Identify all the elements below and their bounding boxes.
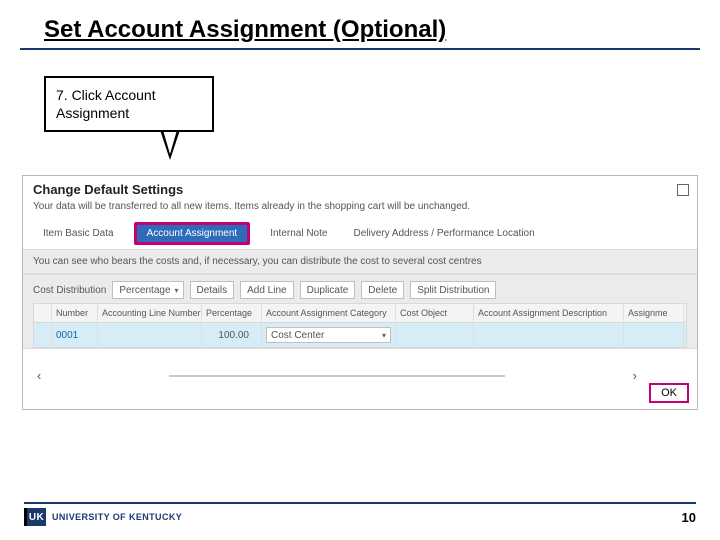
col-category: Account Assignment Category	[262, 304, 396, 322]
page-number: 10	[682, 510, 696, 525]
tab-delivery-address[interactable]: Delivery Address / Performance Location	[347, 224, 540, 243]
category-value: Cost Center	[271, 330, 324, 341]
chevron-down-icon: ▾	[175, 286, 179, 295]
panel-description: You can see who bears the costs and, if …	[23, 249, 697, 274]
dialog-subtitle: Your data will be transferred to all new…	[23, 199, 697, 218]
tab-account-assignment[interactable]: Account Assignment	[134, 222, 251, 245]
row-number-link[interactable]: 0001	[52, 323, 98, 347]
col-description: Account Assignment Description	[474, 304, 624, 322]
toolbar: Cost Distribution Percentage ▾ Details A…	[23, 275, 697, 303]
cost-distribution-select[interactable]: Percentage ▾	[112, 281, 183, 299]
tab-bar: Item Basic Data Account Assignment Inter…	[23, 218, 697, 249]
cost-distribution-label: Cost Distribution	[33, 285, 106, 296]
uk-logo-text: UNIVERSITY OF KENTUCKY	[52, 512, 182, 522]
dialog-title: Change Default Settings	[33, 182, 183, 197]
table-row[interactable]: 0001 100.00 Cost Center ▾	[33, 323, 687, 348]
ok-button[interactable]: OK	[649, 383, 689, 403]
row-assignment	[624, 323, 684, 347]
tab-internal-note[interactable]: Internal Note	[264, 224, 333, 243]
add-line-button[interactable]: Add Line	[240, 281, 293, 299]
row-percentage: 100.00	[202, 323, 262, 347]
dialog-header: Change Default Settings	[23, 176, 697, 199]
dialog-window: Change Default Settings Your data will b…	[22, 175, 698, 410]
col-acct-line: Accounting Line Number	[98, 304, 202, 322]
category-select[interactable]: Cost Center ▾	[266, 327, 391, 343]
col-percentage: Percentage	[202, 304, 262, 322]
scroll-left-icon[interactable]: ‹	[37, 368, 41, 383]
slide-title: Set Account Assignment (Optional)	[20, 0, 700, 50]
duplicate-button[interactable]: Duplicate	[300, 281, 356, 299]
col-cost-object: Cost Object	[396, 304, 474, 322]
cost-distribution-value: Percentage	[119, 285, 170, 296]
col-assignment: Assignme	[624, 304, 684, 322]
row-description	[474, 323, 624, 347]
details-button[interactable]: Details	[190, 281, 235, 299]
callout-text: 7. Click Account Assignment	[56, 87, 156, 121]
table-header-row: Number Accounting Line Number Percentage…	[33, 303, 687, 323]
row-cost-object	[396, 323, 474, 347]
instruction-callout: 7. Click Account Assignment	[44, 76, 214, 132]
uk-logo: UK UNIVERSITY OF KENTUCKY	[24, 508, 182, 526]
split-distribution-button[interactable]: Split Distribution	[410, 281, 496, 299]
uk-logo-mark-icon: UK	[24, 508, 46, 526]
delete-button[interactable]: Delete	[361, 281, 404, 299]
chevron-down-icon: ▾	[382, 331, 386, 340]
callout-arrow-icon	[160, 130, 180, 160]
slide-footer: UK UNIVERSITY OF KENTUCKY 10	[24, 502, 696, 526]
horizontal-scrollbar[interactable]: ‹ ›	[37, 368, 637, 383]
row-acct-line	[98, 323, 202, 347]
row-category-cell: Cost Center ▾	[262, 323, 396, 347]
tab-item-basic-data[interactable]: Item Basic Data	[37, 224, 120, 243]
scroll-right-icon[interactable]: ›	[633, 368, 637, 383]
row-select-cell[interactable]	[34, 323, 52, 347]
scroll-track[interactable]	[169, 375, 505, 377]
col-number: Number	[52, 304, 98, 322]
col-select	[34, 304, 52, 322]
window-control-icon[interactable]	[677, 184, 689, 196]
